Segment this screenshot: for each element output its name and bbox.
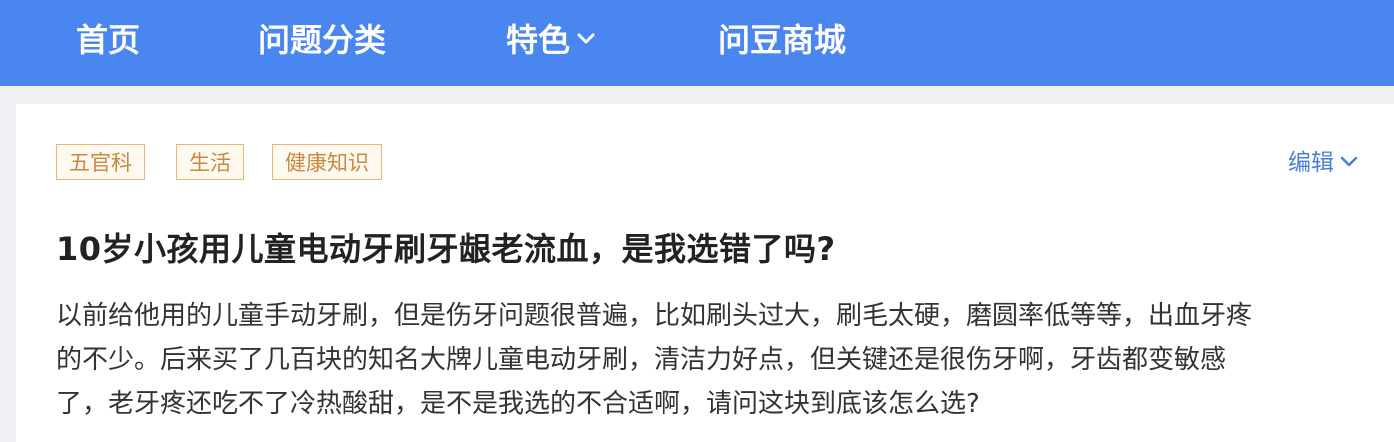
edit-label: 编辑 <box>1288 150 1334 176</box>
question-card: 五官科 生活 健康知识 编辑 10岁小孩用儿童电动牙刷牙龈老流血，是我选错了吗?… <box>16 104 1394 442</box>
tag-ent[interactable]: 五官科 <box>56 144 145 180</box>
question-body-line: 的不少。后来买了几百块的知名大牌儿童电动牙刷，清洁力好点，但关键还是很伤牙啊，牙… <box>56 345 1227 375</box>
nav-item-shop[interactable]: 问豆商城 <box>718 0 846 80</box>
tag-health-knowledge[interactable]: 健康知识 <box>272 144 382 180</box>
nav-item-featured-label: 特色 <box>506 21 571 59</box>
question-body: 以前给他用的儿童手动牙刷，但是伤牙问题很普遍，比如刷头过大，刷毛太硬，磨圆率低等… <box>56 294 1356 426</box>
chevron-down-icon <box>1340 156 1358 167</box>
top-nav-bar: 首页 问题分类 特色 问豆商城 <box>0 0 1394 86</box>
tag-life[interactable]: 生活 <box>176 144 244 180</box>
question-title: 10岁小孩用儿童电动牙刷牙龈老流血，是我选错了吗? <box>56 230 836 268</box>
question-body-line: 以前给他用的儿童手动牙刷，但是伤牙问题很普遍，比如刷头过大，刷毛太硬，磨圆率低等… <box>56 301 1253 331</box>
nav-item-categories[interactable]: 问题分类 <box>258 0 386 80</box>
edit-button[interactable]: 编辑 <box>1288 146 1358 180</box>
question-body-line: 了，老牙疼还吃不了冷热酸甜，是不是我选的不合适啊，请问这块到底该怎么选? <box>56 389 980 419</box>
chevron-down-icon <box>577 33 595 44</box>
nav-item-home[interactable]: 首页 <box>76 0 140 80</box>
nav-item-featured[interactable]: 特色 <box>506 0 596 80</box>
